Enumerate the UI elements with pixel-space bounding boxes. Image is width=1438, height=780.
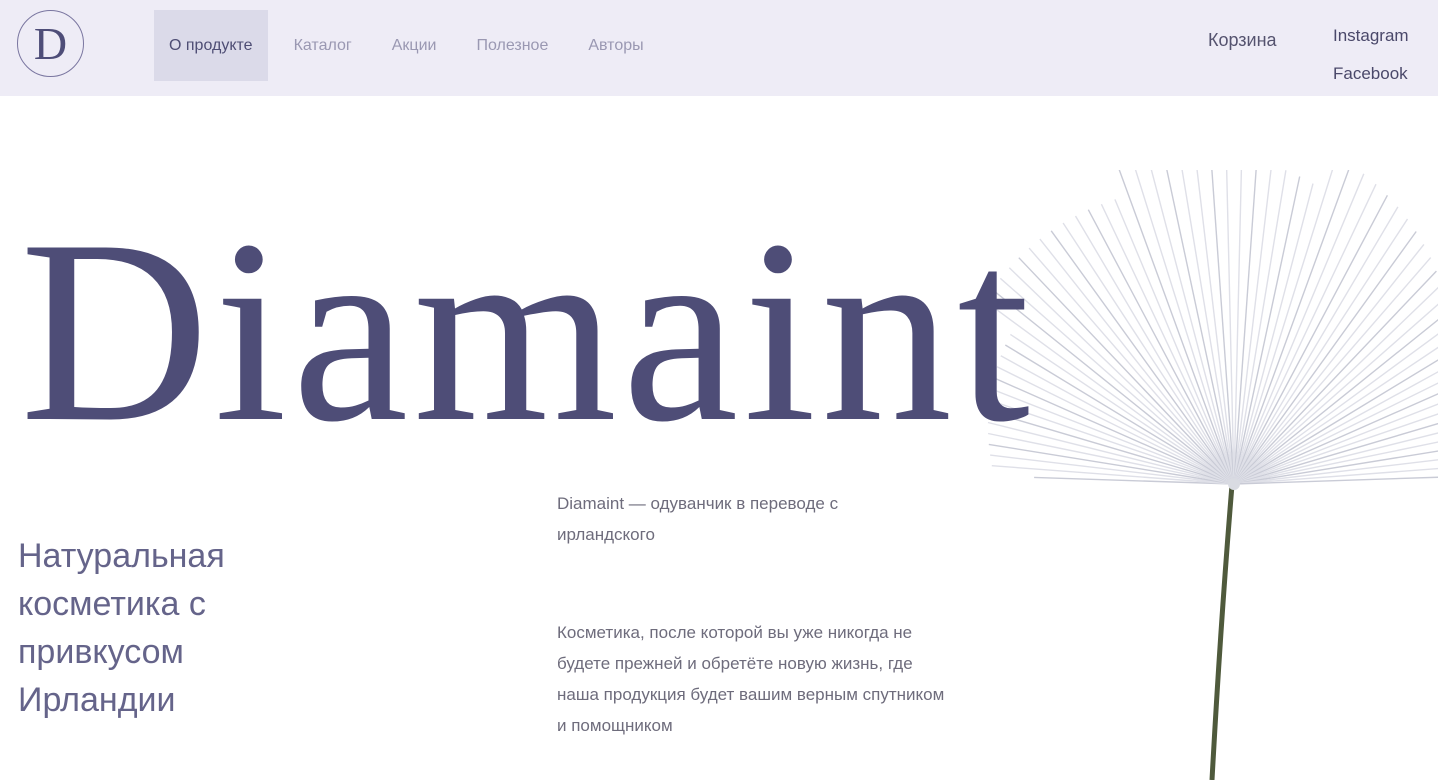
dandelion-filament <box>1100 203 1235 485</box>
logo[interactable]: D <box>17 10 84 77</box>
nav-item-sales[interactable]: Акции <box>372 10 457 81</box>
dandelion-filament <box>1004 344 1235 485</box>
instagram-link[interactable]: Instagram <box>1333 17 1409 55</box>
dandelion-filament <box>1134 170 1235 485</box>
social-links: Instagram Facebook <box>1333 17 1409 93</box>
logo-letter: D <box>33 18 68 69</box>
dandelion-stem <box>1209 484 1235 780</box>
dandelion-filament <box>1233 243 1425 485</box>
dandelion-filament <box>1233 183 1377 485</box>
hero-description-2: Косметика, после которой вы уже никогда … <box>557 623 945 735</box>
main-nav: О продукте Каталог Акции Полезное Авторы <box>154 10 664 81</box>
dandelion-filament <box>1233 173 1365 485</box>
dandelion-filament <box>1233 170 1334 485</box>
brand-title: Diamaint <box>20 186 1035 476</box>
site-header: D О продукте Каталог Акции Полезное Авто… <box>0 0 1438 96</box>
dandelion-filament <box>1039 238 1235 485</box>
hero-description-1: Diamaint — одуванчик в переводе с ирланд… <box>557 494 839 544</box>
dandelion-head <box>1228 478 1240 490</box>
hero-tagline: Натуральная косметика с привкусом Ирланд… <box>18 537 225 719</box>
dandelion-filament <box>1114 199 1235 485</box>
facebook-link[interactable]: Facebook <box>1333 55 1409 93</box>
nav-item-about[interactable]: О продукте <box>154 10 268 81</box>
nav-item-catalog[interactable]: Каталог <box>274 10 372 81</box>
dandelion-filaments <box>984 170 1438 485</box>
cart-link[interactable]: Корзина <box>1208 30 1277 51</box>
nav-item-useful[interactable]: Полезное <box>456 10 568 81</box>
dandelion-filament <box>999 277 1235 485</box>
nav-item-authors[interactable]: Авторы <box>568 10 663 81</box>
